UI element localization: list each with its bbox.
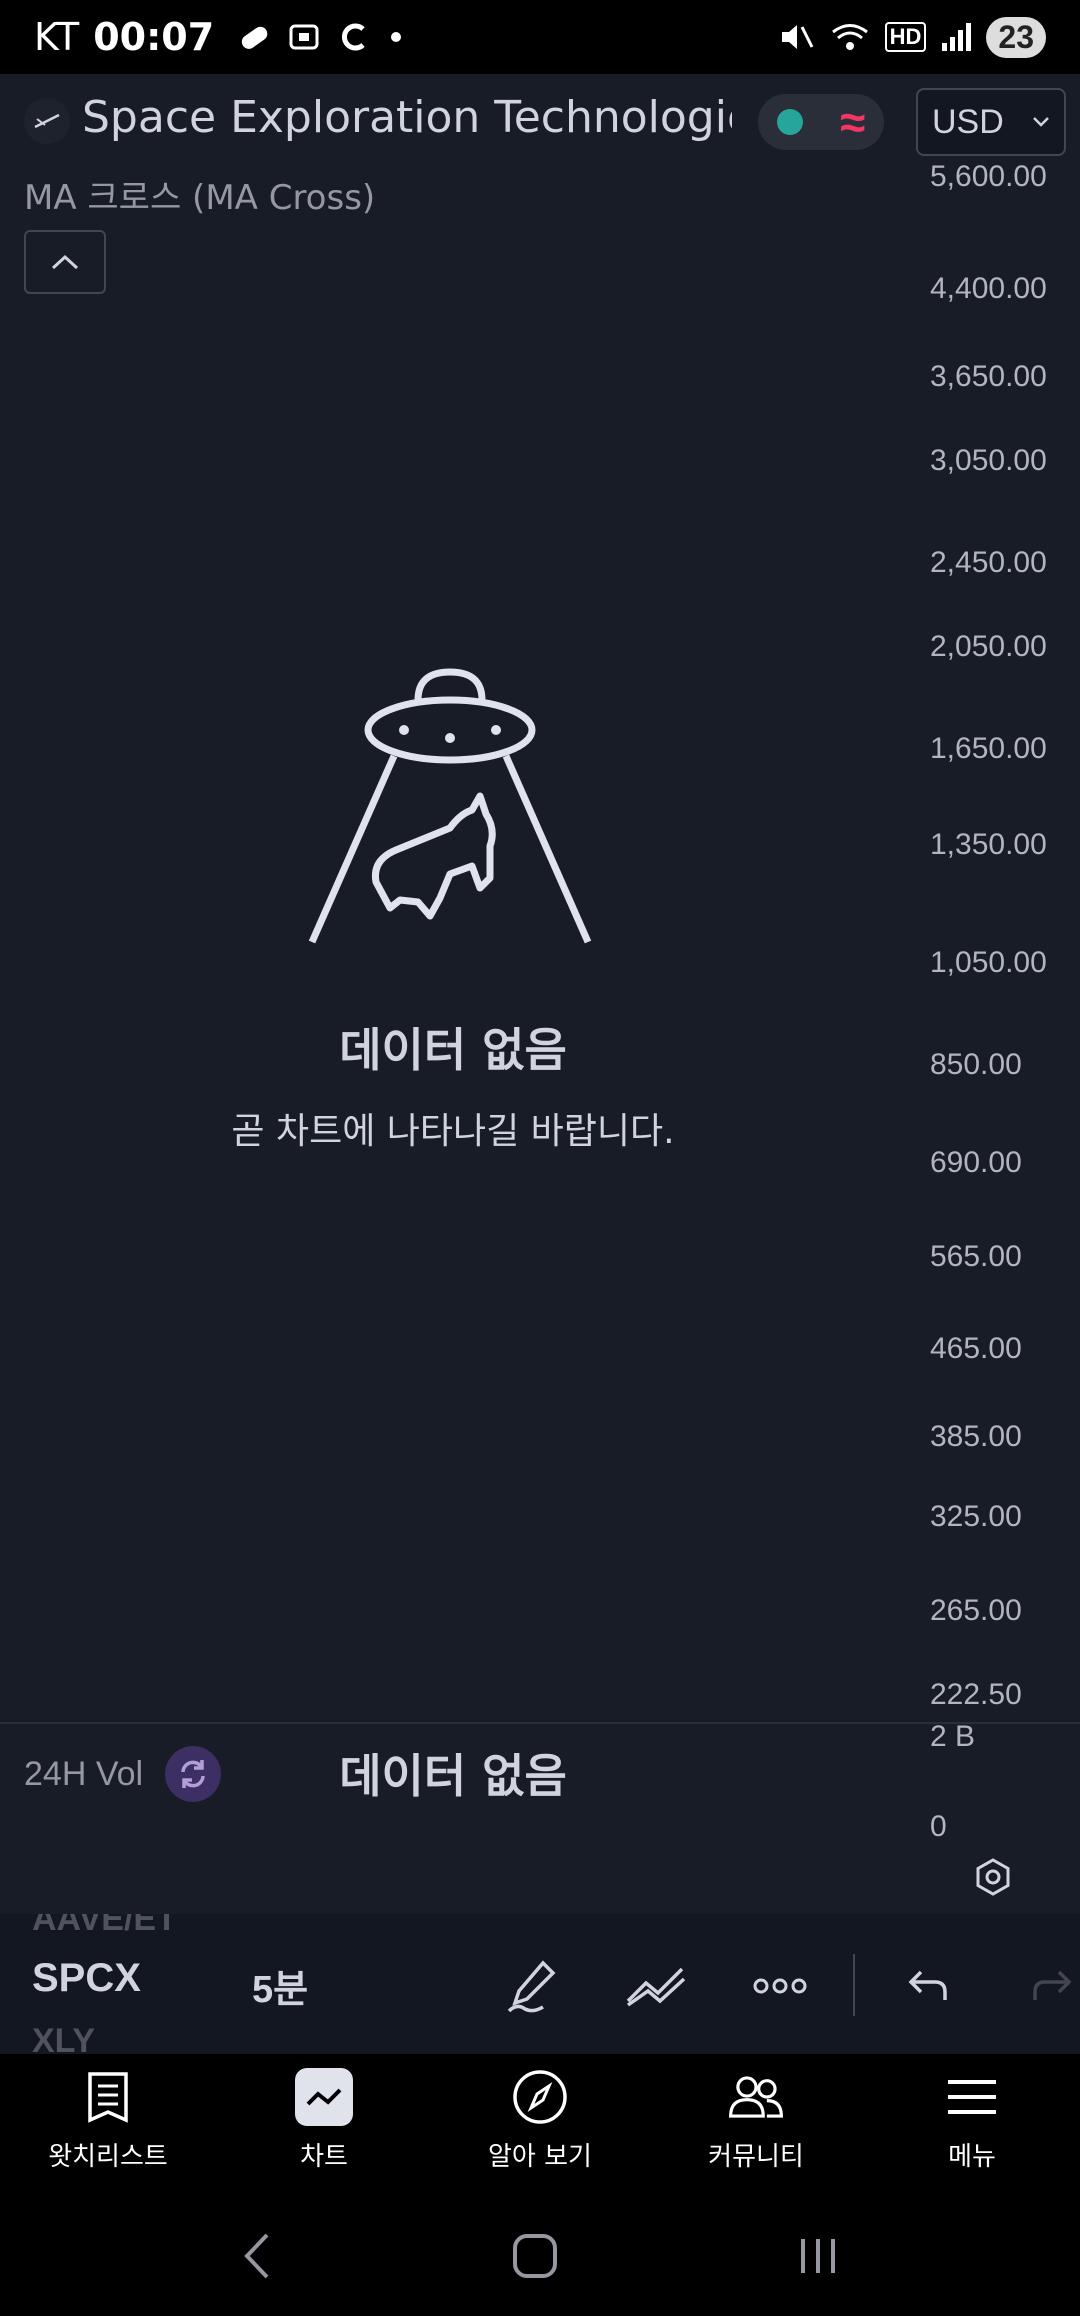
symbol-title[interactable]: Space Exploration Technologie··· [82,92,732,143]
price-label: 3,650.00 [930,360,1047,393]
chevron-up-icon [51,254,79,270]
volume-axis-label: 0 [930,1810,947,1843]
trendline-button[interactable] [620,1950,692,2022]
volume-empty-state: 데이터 없음 [339,1749,567,1803]
market-status-pill[interactable]: ≈ [758,94,884,150]
price-label: 1,350.00 [930,828,1047,861]
delayed-data-icon: ≈ [840,96,866,148]
app-screen: KT 00:07 HD 23 Space Exploration Technol… [0,0,1080,2316]
system-indicators: HD 23 [777,16,1046,58]
redo-icon [1033,1970,1072,2000]
price-label: 325.00 [930,1500,1022,1533]
symbol-scroll-previous[interactable]: AAVE/ET [32,1914,177,1939]
mute-icon [781,25,813,49]
undo-button[interactable] [892,1950,964,2022]
nav-menu[interactable]: 메뉴 [864,2054,1080,2196]
back-icon[interactable] [237,2231,277,2281]
price-label: 1,050.00 [930,946,1047,979]
more-dots-icon [753,1978,807,1994]
symbol-scroll-next[interactable]: XLY [32,2022,95,2054]
symbol-logo [24,98,70,144]
price-label: 3,050.00 [930,444,1047,477]
pill-icon [241,26,268,49]
market-open-dot-icon [776,109,803,135]
community-icon [727,2068,785,2126]
price-label: 465.00 [930,1332,1022,1365]
status-bar: KT 00:07 HD 23 [0,0,1080,74]
signal-icon [942,23,972,51]
price-label: 222.50 [930,1678,1022,1711]
menu-icon [943,2068,1001,2126]
redo-button[interactable] [1016,1950,1080,2022]
toolbar-separator [853,1954,855,2016]
app-c-icon [342,23,365,51]
price-label: 2,050.00 [930,630,1047,663]
settings-hexagon-icon[interactable] [970,1854,1016,1900]
nav-label: 차트 [300,2142,348,2172]
chart-icon [295,2068,353,2126]
price-label: 5,600.00 [930,160,1047,193]
pane-divider[interactable] [0,1722,1080,1724]
compass-icon [511,2068,569,2126]
wifi-icon [831,24,868,50]
trend-lines-icon [626,1967,686,2007]
nav-label: 커뮤니티 [708,2142,804,2172]
indicator-legend[interactable]: MA 크로스 (MA Cross) [24,170,375,219]
undo-icon [908,1970,947,2000]
price-axis[interactable]: 5,600.00 4,400.00 3,650.00 3,050.00 2,45… [930,74,1080,1724]
price-label: 1,650.00 [930,732,1047,765]
symbol-selector[interactable]: SPCX [32,1956,141,2001]
chart-area[interactable]: Space Exploration Technologie··· ≈ USD M… [0,74,1080,1914]
empty-state-subtitle: 곧 차트에 나타나길 바랍니다. [231,1111,675,1152]
volume-axis-label: 2 B [930,1720,976,1753]
ufo-cow-illustration-icon [308,668,592,944]
nav-chart[interactable]: 차트 [216,2054,432,2196]
screenshot-icon [289,24,319,50]
home-icon[interactable] [510,2231,560,2281]
nav-label: 알아 보기 [488,2142,592,2172]
more-options-button[interactable] [744,1950,816,2022]
system-navigation-bar [0,2196,1080,2316]
price-label: 265.00 [930,1594,1022,1627]
nav-label: 왓치리스트 [48,2142,168,2172]
chart-toolbar: AAVE/ET SPCX XLY 5분 [0,1914,1080,2054]
nav-community[interactable]: 커뮤니티 [648,2054,864,2196]
nav-label: 메뉴 [948,2142,996,2172]
watchlist-icon [79,2068,137,2126]
price-label: 4,400.00 [930,272,1047,305]
recent-apps-icon[interactable] [793,2231,843,2281]
collapse-legend-button[interactable] [24,230,106,294]
interval-selector[interactable]: 5분 [252,1958,308,2013]
bottom-navigation: 왓치리스트 차트 알아 보기 커뮤니티 메뉴 [0,2054,1080,2196]
nav-watchlist[interactable]: 왓치리스트 [0,2054,216,2196]
empty-state-title: 데이터 없음 [339,1023,567,1077]
hd-badge: HD [884,22,927,52]
price-label: 2,450.00 [930,546,1047,579]
notification-icons [236,19,406,55]
price-label: 565.00 [930,1240,1022,1273]
chart-header: Space Exploration Technologie··· ≈ USD [0,74,1080,168]
draw-button[interactable] [496,1950,568,2022]
nav-explore[interactable]: 알아 보기 [432,2054,648,2196]
battery-indicator: 23 [986,16,1046,58]
dot-icon [391,32,402,42]
carrier-label: KT [34,15,80,59]
price-label: 690.00 [930,1146,1022,1179]
spacex-logo-icon [34,113,60,129]
price-label: 385.00 [930,1420,1022,1453]
pencil-icon [507,1960,556,2013]
clock: 00:07 [93,15,215,59]
price-label: 850.00 [930,1048,1022,1081]
